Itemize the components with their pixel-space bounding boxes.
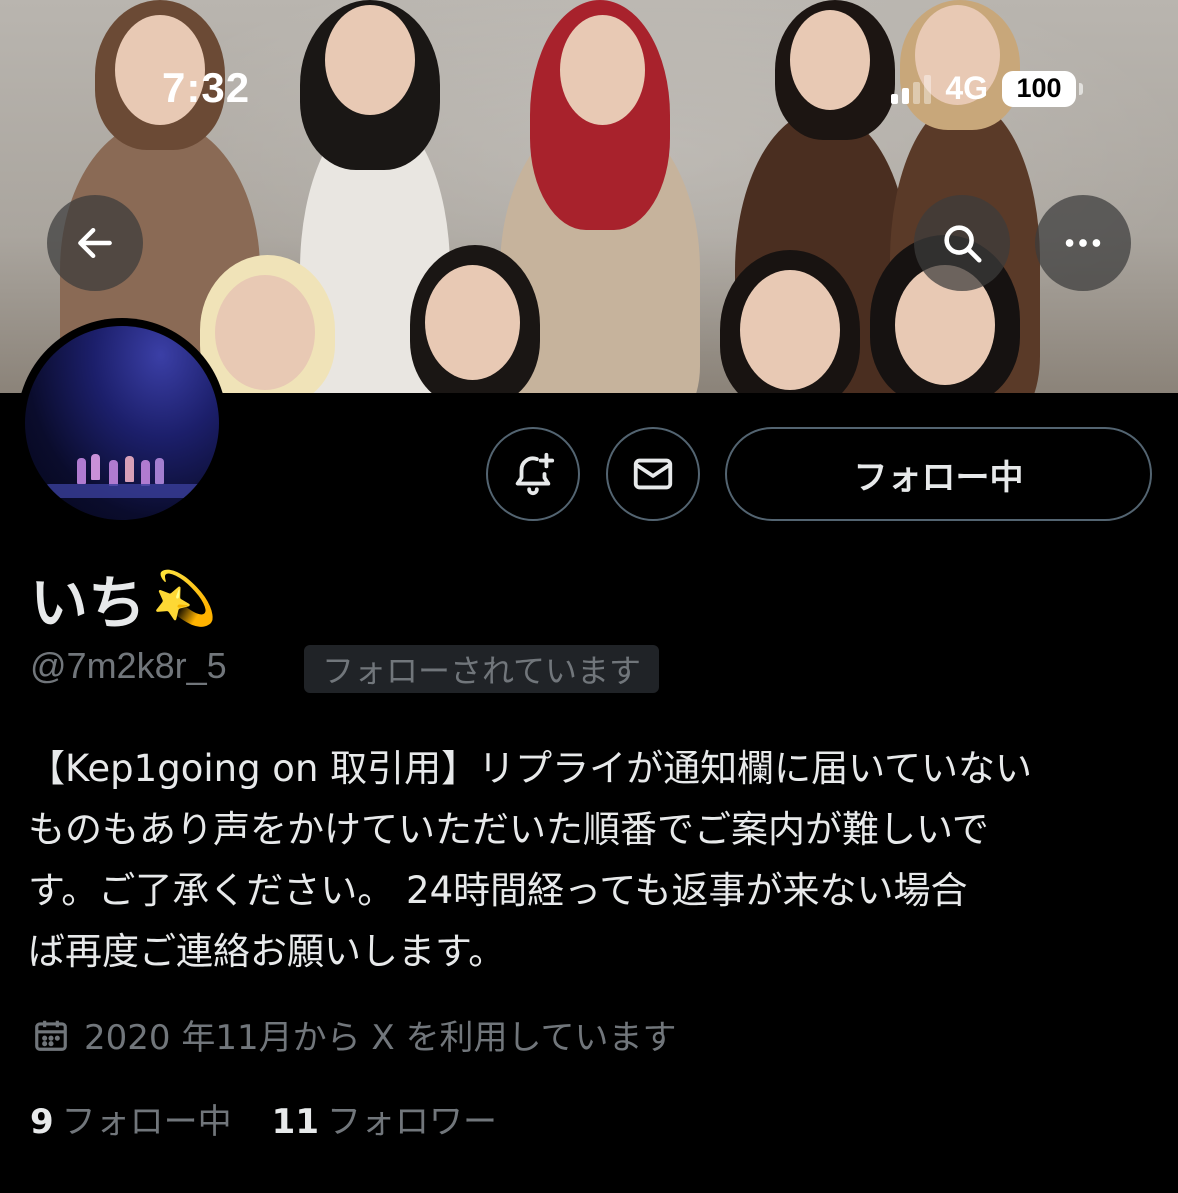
- banner-face: [740, 270, 840, 390]
- arrow-left-icon: [78, 227, 112, 259]
- signal-icon: [891, 74, 932, 104]
- following-button[interactable]: フォロー中: [725, 427, 1152, 521]
- avatar-figure: [109, 460, 118, 486]
- avatar-image: [25, 326, 219, 520]
- search-button[interactable]: [914, 195, 1010, 291]
- banner-face: [325, 5, 415, 115]
- message-button[interactable]: [606, 427, 700, 521]
- status-time: 7:32: [162, 64, 251, 111]
- banner-face: [425, 265, 520, 380]
- user-handle: @7m2k8r_5: [30, 645, 227, 686]
- following-label: フォロー中: [61, 1102, 232, 1142]
- avatar-figure: [125, 456, 134, 482]
- network-type: 4G: [945, 70, 988, 106]
- more-button[interactable]: [1035, 195, 1131, 291]
- follow-stats: 9 フォロー中 11 フォロワー: [30, 1094, 497, 1143]
- joined-text: 2020 年11月から X を利用しています: [84, 1018, 677, 1058]
- followers-label: フォロワー: [327, 1102, 497, 1142]
- dizzy-emoji-icon: 💫: [152, 568, 217, 629]
- bell-plus-icon: [515, 452, 555, 496]
- avatar-stage-floor: [45, 484, 205, 498]
- avatar-figure: [77, 458, 86, 484]
- followers-stat[interactable]: 11 フォロワー: [272, 1094, 497, 1143]
- more-horizontal-icon: [1065, 239, 1101, 247]
- joined-date: 2020 年11月から X を利用しています: [32, 1010, 677, 1059]
- banner-face: [215, 275, 315, 390]
- status-indicators: 4G 100: [891, 70, 1083, 107]
- mail-icon: [633, 458, 673, 490]
- calendar-icon: [35, 1020, 67, 1051]
- display-name-text: いち: [30, 569, 147, 637]
- back-button[interactable]: [47, 195, 143, 291]
- banner-face: [790, 10, 870, 110]
- following-stat[interactable]: 9 フォロー中: [30, 1094, 232, 1143]
- followers-count: 11: [271, 1102, 319, 1142]
- avatar-figure: [91, 454, 100, 480]
- avatar[interactable]: [17, 318, 227, 528]
- battery-icon: 100: [1002, 70, 1083, 107]
- following-count: 9: [30, 1102, 54, 1142]
- profile-bio: 【Kep1going on 取引用】リプライが通知欄に届いていない ものもあり声…: [28, 747, 1033, 973]
- follows-you-badge: フォローされています: [304, 645, 660, 693]
- banner-face: [560, 15, 645, 125]
- avatar-figure: [141, 460, 150, 486]
- search-icon: [944, 225, 982, 263]
- notifications-button[interactable]: [486, 427, 580, 521]
- avatar-figure: [155, 458, 164, 484]
- display-name: いち 💫: [30, 556, 217, 640]
